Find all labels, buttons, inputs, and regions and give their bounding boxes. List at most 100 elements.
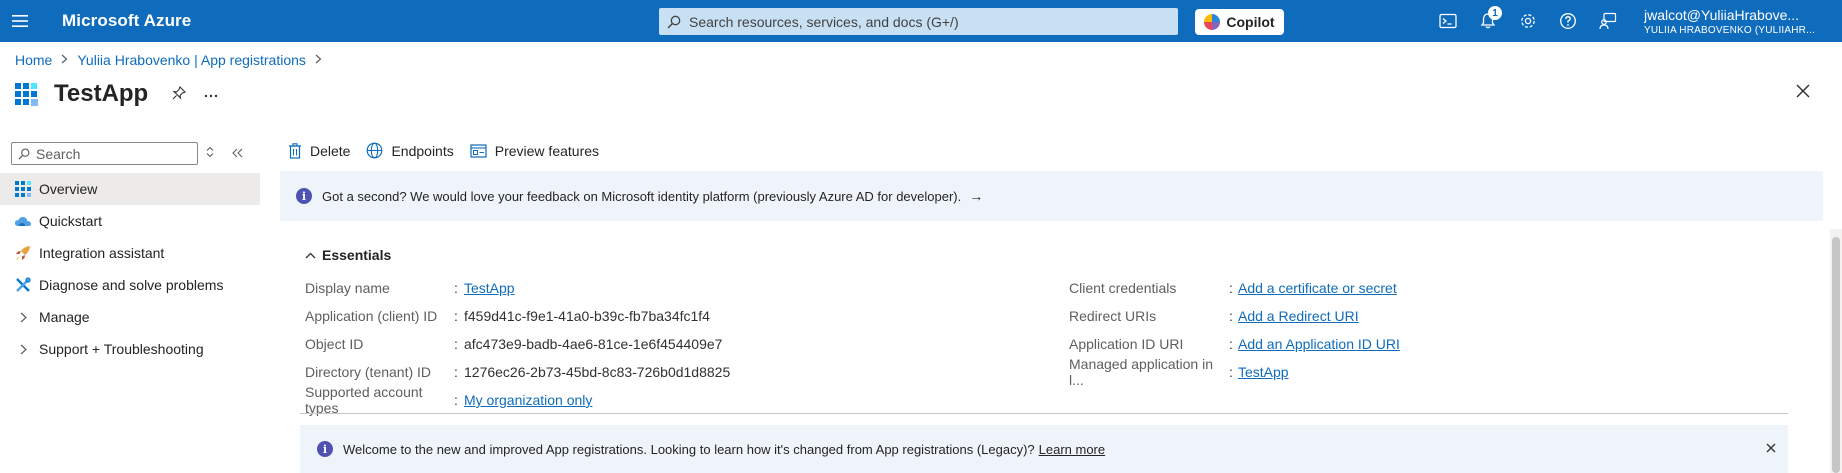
notifications-button[interactable]: 1 [1468, 0, 1508, 42]
colon: : [454, 364, 458, 380]
chevron-right-icon [14, 312, 32, 323]
add-app-id-uri-link[interactable]: Add an Application ID URI [1238, 336, 1400, 352]
welcome-banner-text: Welcome to the new and improved App regi… [343, 441, 1035, 457]
nav-item-diagnose[interactable]: Diagnose and solve problems [0, 269, 260, 301]
essentials-row-object-id: Object ID : afc473e9-badb-4ae6-81ce-1e6f… [305, 334, 722, 354]
close-icon [1766, 443, 1776, 453]
close-icon [1796, 84, 1810, 98]
chevron-right-icon [315, 53, 322, 67]
notification-badge: 1 [1488, 6, 1502, 20]
display-name-link[interactable]: TestApp [464, 280, 515, 296]
brand-title[interactable]: Microsoft Azure [62, 11, 191, 31]
dismiss-banner-button[interactable] [1766, 441, 1776, 456]
add-certificate-link[interactable]: Add a certificate or secret [1238, 280, 1397, 296]
top-icon-group: 1 [1428, 0, 1628, 42]
nav-item-integration-assistant[interactable]: Integration assistant [0, 237, 260, 269]
cloud-shell-button[interactable] [1428, 0, 1468, 42]
copilot-label: Copilot [1226, 14, 1275, 30]
portal-menu-button[interactable] [0, 0, 40, 42]
add-redirect-uri-link[interactable]: Add a Redirect URI [1238, 308, 1359, 324]
preview-features-button[interactable]: Preview features [470, 143, 599, 159]
breadcrumb-home[interactable]: Home [15, 52, 52, 68]
trash-icon [288, 142, 302, 159]
nav-search-input[interactable]: Search [11, 142, 198, 165]
object-id-value[interactable]: afc473e9-badb-4ae6-81ce-1e6f454409e7 [464, 336, 722, 352]
nav-item-label: Overview [39, 181, 98, 197]
chevron-up-icon [305, 252, 316, 259]
help-button[interactable] [1548, 0, 1588, 42]
essentials-label: Client credentials [1069, 280, 1177, 296]
nav-item-manage[interactable]: Manage [0, 301, 260, 333]
colon: : [1229, 308, 1233, 324]
left-nav: Overview Quickstart Integration assistan… [0, 173, 260, 365]
endpoints-label: Endpoints [391, 142, 454, 159]
essentials-toggle[interactable]: Essentials [305, 247, 391, 263]
account-tenant: YULIIA HRABOVENKO (YULIIAHR... [1644, 25, 1816, 36]
page-title: TestApp [54, 80, 149, 107]
account-types-link[interactable]: My organization only [464, 392, 592, 408]
nav-item-support[interactable]: Support + Troubleshooting [0, 333, 260, 365]
breadcrumb: Home Yuliia Hrabovenko | App registratio… [15, 52, 331, 68]
essentials-row-tenant-id: Directory (tenant) ID : 1276ec26-2b73-45… [305, 362, 730, 382]
info-icon: i [317, 441, 333, 457]
expand-collapse-button[interactable] [206, 145, 214, 161]
close-blade-button[interactable] [1796, 84, 1810, 101]
ellipsis-icon [205, 94, 218, 98]
arrow-right-icon[interactable]: → [969, 188, 983, 204]
nav-item-label: Diagnose and solve problems [39, 277, 224, 293]
colon: : [454, 280, 458, 296]
nav-tools [206, 145, 261, 161]
wrench-icon [14, 276, 32, 294]
essentials-row-redirect-uris: Redirect URIs : Add a Redirect URI [1069, 306, 1359, 326]
chevron-right-icon [14, 344, 32, 355]
collapse-nav-button[interactable] [232, 145, 243, 161]
client-id-value[interactable]: f459d41c-f9e1-41a0-b39c-fb7ba34fc1f4 [464, 308, 710, 324]
settings-button[interactable] [1508, 0, 1548, 42]
feedback-button[interactable] [1588, 0, 1628, 42]
nav-item-quickstart[interactable]: Quickstart [0, 205, 260, 237]
pin-button[interactable] [172, 85, 187, 103]
breadcrumb-app-registrations[interactable]: Yuliia Hrabovenko | App registrations [77, 52, 306, 68]
gear-icon [1521, 14, 1535, 28]
managed-app-link[interactable]: TestApp [1238, 364, 1289, 380]
essentials-label: Application ID URI [1069, 336, 1184, 352]
colon: : [454, 308, 458, 324]
global-search-input[interactable]: Search resources, services, and docs (G+… [659, 8, 1178, 35]
essentials-label: Redirect URIs [1069, 308, 1157, 324]
tenant-id-value[interactable]: 1276ec26-2b73-45bd-8c83-726b0d1d8825 [464, 364, 730, 380]
colon: : [1229, 280, 1233, 296]
more-options-button[interactable] [204, 85, 218, 103]
delete-label: Delete [310, 142, 351, 159]
account-menu[interactable]: jwalcot@YuliiaHrabove... YULIIA HRABOVEN… [1644, 7, 1836, 36]
info-icon: i [296, 188, 312, 204]
hamburger-icon [12, 15, 28, 27]
essentials-label: Supported account types [305, 384, 423, 416]
nav-item-overview[interactable]: Overview [0, 173, 260, 205]
search-icon [667, 15, 681, 28]
essentials-label: Application (client) ID [305, 308, 438, 324]
essentials-row-client-id: Application (client) ID : f459d41c-f9e1-… [305, 306, 710, 326]
feedback-banner: i Got a second? We would love your feedb… [280, 171, 1823, 221]
essentials-row-client-credentials: Client credentials : Add a certificate o… [1069, 278, 1397, 298]
preview-features-icon [470, 143, 487, 158]
nav-item-label: Quickstart [39, 213, 103, 229]
terminal-icon [1439, 13, 1457, 29]
essentials-header: Essentials [322, 247, 392, 263]
essentials-divider [300, 413, 1788, 414]
essentials-label: Object ID [305, 336, 364, 352]
essentials-row-account-types: Supported account types : My organizatio… [305, 384, 592, 416]
preview-features-label: Preview features [494, 142, 600, 159]
overview-icon [14, 180, 32, 198]
help-icon [1560, 13, 1576, 29]
scrollbar-thumb[interactable] [1832, 237, 1840, 473]
essentials-row-display-name: Display name : TestApp [305, 278, 515, 298]
delete-button[interactable]: Delete [288, 143, 350, 159]
feedback-banner-text[interactable]: Got a second? We would love your feedbac… [322, 189, 961, 204]
copilot-icon [1204, 14, 1221, 30]
learn-more-link[interactable]: Learn more [1039, 442, 1105, 457]
copilot-button[interactable]: Copilot [1195, 9, 1284, 35]
double-chevron-left-icon [232, 148, 243, 158]
colon: : [1229, 336, 1233, 352]
endpoints-button[interactable]: Endpoints [366, 142, 454, 159]
nav-item-label: Manage [39, 309, 90, 325]
